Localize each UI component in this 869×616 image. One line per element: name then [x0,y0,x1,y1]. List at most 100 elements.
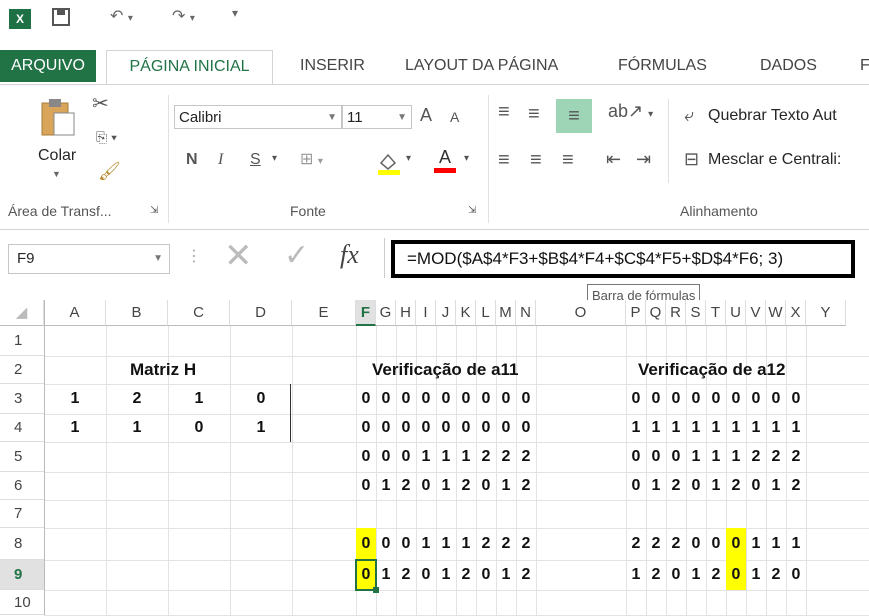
font-color-icon[interactable]: A [432,147,458,175]
a12-cell[interactable]: 0 [686,528,706,560]
shrink-font-icon[interactable]: A [450,109,459,125]
a11-cell[interactable]: 2 [476,442,496,472]
underline-dropdown-icon[interactable]: ▾ [272,153,277,164]
font-size-combo[interactable]: 11 ▼ [342,105,412,129]
column-header-A[interactable]: A [44,300,106,326]
a12-cell[interactable]: 2 [646,560,666,590]
align-center-icon[interactable]: ≡ [530,149,542,172]
row-header-5[interactable]: 5 [0,442,44,472]
row-header-4[interactable]: 4 [0,414,44,442]
column-header-I[interactable]: I [416,300,436,326]
a12-cell[interactable]: 1 [646,472,666,500]
underline-button[interactable]: S [250,151,261,169]
column-header-E[interactable]: E [292,300,356,326]
column-header-O[interactable]: O [536,300,626,326]
a12-cell[interactable]: 2 [786,472,806,500]
column-header-C[interactable]: C [168,300,230,326]
a11-cell[interactable]: 2 [456,472,476,500]
a11-cell[interactable]: 0 [476,472,496,500]
a11-cell[interactable]: 1 [416,442,436,472]
grow-font-icon[interactable]: A [420,105,432,126]
a12-cell[interactable]: 0 [726,384,746,414]
wrap-text-button[interactable]: Quebrar Texto Aut [708,107,837,125]
align-left-icon[interactable]: ≡ [498,149,510,172]
a12-cell[interactable]: 1 [646,414,666,442]
a11-cell[interactable]: 2 [496,528,516,560]
matrix-cell[interactable]: 1 [44,384,106,414]
a12-cell[interactable]: 0 [786,560,806,590]
a11-cell[interactable]: 2 [516,528,536,560]
a11-cell[interactable]: 0 [436,414,456,442]
a11-cell[interactable]: 2 [496,442,516,472]
column-header-N[interactable]: N [516,300,536,326]
a12-cell[interactable]: 2 [726,472,746,500]
a11-cell[interactable]: 0 [456,414,476,442]
a12-cell[interactable]: 1 [766,472,786,500]
align-top-icon[interactable]: ≡ [498,101,510,124]
column-header-H[interactable]: H [396,300,416,326]
column-header-K[interactable]: K [456,300,476,326]
borders-icon[interactable]: ⊞ ▾ [300,149,323,169]
a12-cell[interactable]: 1 [706,472,726,500]
a11-cell[interactable]: 0 [416,384,436,414]
a11-cell[interactable]: 0 [356,472,376,500]
a11-cell[interactable]: 1 [436,528,456,560]
a11-cell[interactable]: 0 [476,384,496,414]
a12-cell[interactable]: 2 [626,528,646,560]
orientation-icon[interactable]: ab↗ ▾ [608,101,653,122]
a11-cell[interactable]: 0 [496,384,516,414]
a12-cell[interactable]: 2 [666,472,686,500]
a11-cell[interactable]: 0 [416,560,436,590]
a12-cell[interactable]: 2 [766,560,786,590]
a11-cell[interactable]: 0 [476,414,496,442]
a12-cell[interactable]: 1 [686,442,706,472]
column-header-M[interactable]: M [496,300,516,326]
format-painter-icon[interactable]: 🖌 [98,161,121,182]
a12-cell[interactable]: 2 [746,442,766,472]
merge-center-icon[interactable]: ⊟ [684,149,699,170]
a11-cell[interactable]: 0 [476,560,496,590]
italic-button[interactable]: I [218,151,223,169]
column-header-P[interactable]: P [626,300,646,326]
column-header-G[interactable]: G [376,300,396,326]
a11-cell[interactable]: 1 [456,442,476,472]
row-header-8[interactable]: 8 [0,528,44,560]
column-header-D[interactable]: D [230,300,292,326]
copy-icon[interactable]: ⎘ ▾ [96,129,117,146]
a12-cell[interactable]: 1 [686,414,706,442]
a11-cell[interactable]: 2 [516,472,536,500]
a12-cell[interactable]: 0 [766,384,786,414]
a11-cell[interactable]: 0 [516,384,536,414]
column-header-X[interactable]: X [786,300,806,326]
tab-more[interactable]: F [860,50,869,82]
align-middle-icon[interactable]: ≡ [528,103,540,126]
a11-cell[interactable]: 0 [396,384,416,414]
column-header-F[interactable]: F [356,300,376,326]
a12-cell[interactable]: 0 [646,442,666,472]
a12-cell[interactable]: 1 [766,414,786,442]
column-header-W[interactable]: W [766,300,786,326]
a11-cell[interactable]: 0 [396,528,416,560]
cut-icon[interactable]: ✂ [92,91,109,116]
a12-cell[interactable]: 0 [666,442,686,472]
a11-cell[interactable]: 0 [356,442,376,472]
a11-cell[interactable]: 0 [376,442,396,472]
a11-cell[interactable]: 2 [456,560,476,590]
a12-cell[interactable]: 0 [626,442,646,472]
tab-layout-da-pagina[interactable]: LAYOUT DA PÁGINA [405,50,558,82]
a12-cell[interactable]: 0 [706,528,726,560]
column-header-J[interactable]: J [436,300,456,326]
a11-cell[interactable]: 1 [376,560,396,590]
a11-cell[interactable]: 0 [416,472,436,500]
a11-cell[interactable]: 1 [496,560,516,590]
column-header-T[interactable]: T [706,300,726,326]
formula-input[interactable]: =MOD($A$4*F3+$B$4*F4+$C$4*F5+$D$4*F6; 3) [391,240,855,278]
font-name-combo[interactable]: Calibri ▼ [174,105,342,129]
a11-cell[interactable]: 1 [376,472,396,500]
a12-cell[interactable]: 1 [626,560,646,590]
tab-formulas[interactable]: FÓRMULAS [618,50,707,82]
matrix-cell[interactable]: 1 [44,414,106,442]
a12-cell[interactable]: 0 [726,560,746,590]
column-header-U[interactable]: U [726,300,746,326]
a12-cell[interactable]: 1 [686,560,706,590]
